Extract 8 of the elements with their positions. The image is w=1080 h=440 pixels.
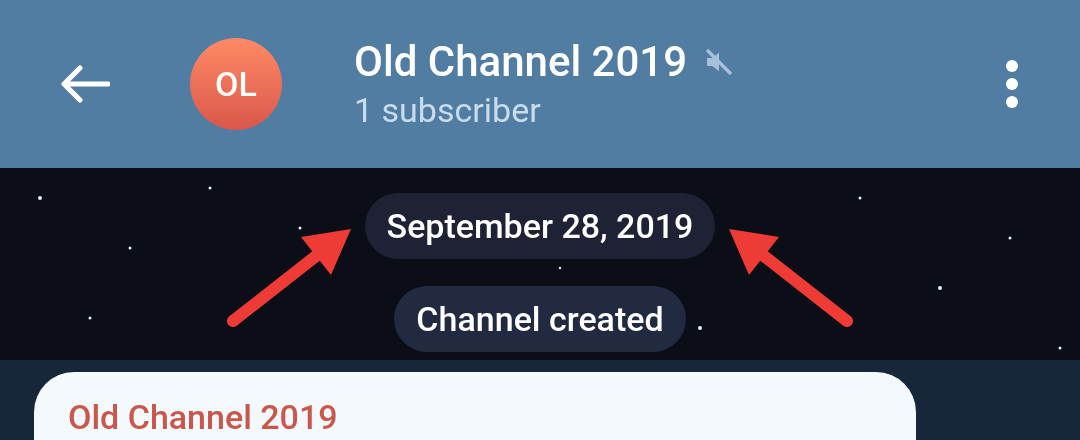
subscriber-count: 1 subscriber — [354, 89, 542, 132]
back-icon — [58, 64, 110, 104]
more-icon — [1005, 59, 1019, 109]
channel-avatar[interactable]: OL — [190, 38, 282, 130]
service-message: Channel created — [394, 286, 686, 352]
post-author: Old Channel 2019 — [68, 397, 338, 437]
service-message: September 28, 2019 — [364, 193, 716, 259]
channel-title: Old Channel 2019 — [354, 36, 688, 88]
